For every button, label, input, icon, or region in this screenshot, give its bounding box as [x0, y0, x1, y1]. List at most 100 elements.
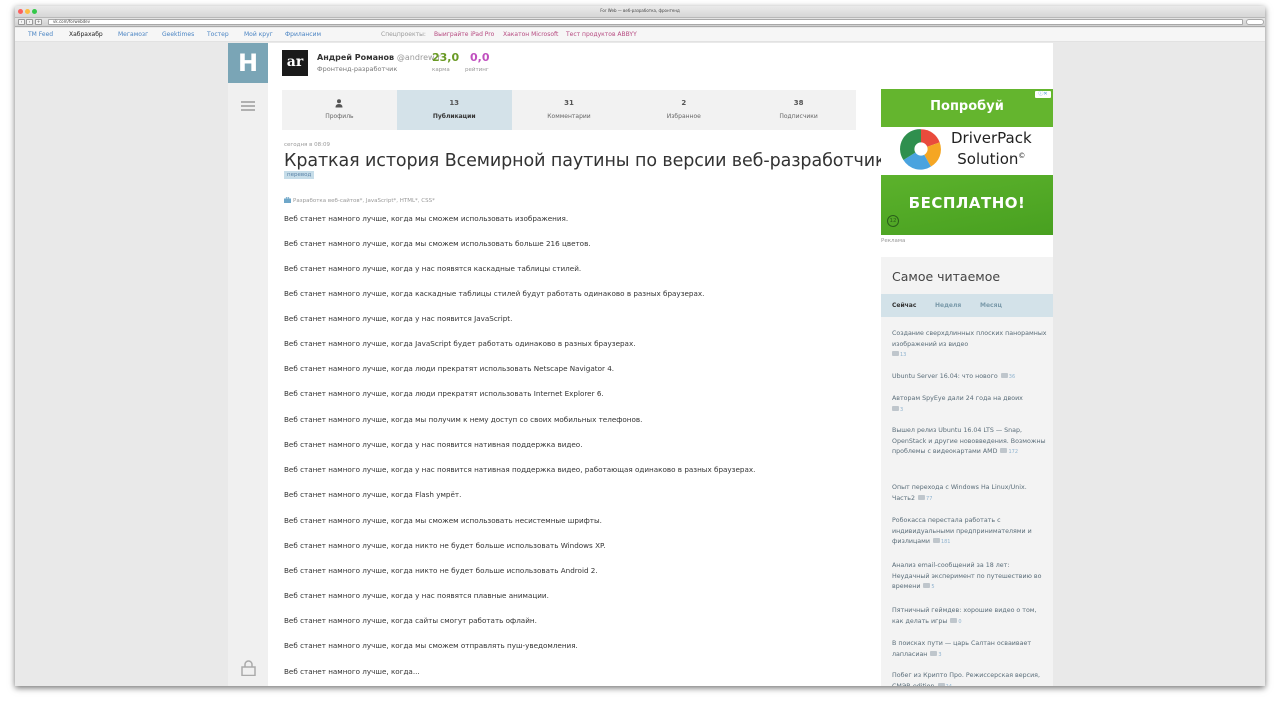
post-paragraph: Веб станет намного лучше, когда у нас по…	[284, 264, 582, 273]
comment-count: 3	[900, 406, 904, 413]
comment-count: 5	[931, 584, 935, 591]
tab-publications[interactable]: 13 Публикации	[396, 90, 512, 130]
tab-label: Избранное	[666, 113, 701, 120]
ad-banner[interactable]: Попробуй ⓘ✕ DriverPack Solution© БЕСПЛАТН…	[881, 89, 1053, 235]
user-name[interactable]: Андрей Романов	[317, 53, 394, 62]
driverpack-logo-icon	[900, 129, 941, 170]
most-read-item-title: Вышел релиз Ubuntu 16.04 LTS — Snap, Ope…	[892, 427, 1046, 456]
post-paragraph: Веб станет намного лучше, когда Flash ум…	[284, 490, 462, 499]
hub-links[interactable]: Разработка веб-сайтов*, JavaScript*, HTM…	[293, 198, 435, 204]
menu-icon[interactable]	[241, 101, 255, 111]
tab-favorites[interactable]: 2 Избранное	[626, 90, 741, 130]
nav-link-freelansim[interactable]: Фрилансим	[285, 28, 321, 42]
most-read-item-title: Авторам SpyEye дали 24 года на двоих	[892, 395, 1023, 402]
most-read-item[interactable]: Пятничный геймдев: хорошие видео о том, …	[892, 606, 1048, 627]
browser-toolbar: ‹ › + vk.com/forwebdev	[15, 18, 1265, 27]
karma-label: карма	[432, 67, 450, 73]
post-paragraph: Веб станет намного лучше, когда JavaScri…	[284, 339, 636, 348]
post-paragraph: Веб станет намного лучше, когда люди пре…	[284, 364, 615, 373]
age-rating-badge: 12	[887, 215, 899, 227]
nav-link-megamozg[interactable]: Мегамозг	[118, 28, 148, 42]
comment-count: 172	[1008, 449, 1018, 456]
most-read-item[interactable]: Авторам SpyEye дали 24 года на двоих 3	[892, 394, 1048, 415]
comment-count: 0	[958, 618, 962, 625]
post-paragraph: Веб станет намного лучше, когда у нас по…	[284, 440, 583, 449]
tab-count: 38	[793, 99, 804, 107]
share-button[interactable]: +	[35, 19, 42, 25]
site-top-nav: TM Feed Хабрахабр Мегамозг Geektimes Тос…	[15, 28, 1265, 42]
ad-label: Реклама	[881, 238, 906, 244]
main-content: ar Андрей Романов @andrew-r Фронтенд-раз…	[268, 43, 1053, 686]
left-sidebar: H	[228, 43, 268, 686]
post-paragraph: Веб станет намного лучше, когда мы сможе…	[284, 239, 591, 248]
most-read-tab-month[interactable]: Месяц	[980, 294, 1002, 317]
tab-count: 2	[681, 99, 687, 107]
tab-label: Публикации	[432, 113, 476, 120]
rating-value: 0,0	[470, 51, 490, 64]
most-read-widget: Самое читаемое Сейчас Неделя Месяц Созда…	[881, 257, 1053, 686]
forward-button[interactable]: ›	[26, 19, 33, 25]
nav-link-habrahabr[interactable]: Хабрахабр	[69, 28, 103, 42]
user-role: Фронтенд-разработчик	[317, 65, 398, 73]
special-link-ipad[interactable]: Выиграйте iPad Pro	[434, 28, 494, 42]
briefcase-icon	[284, 197, 291, 203]
nav-link-geektimes[interactable]: Geektimes	[162, 28, 194, 42]
nav-link-tm-feed[interactable]: TM Feed	[28, 28, 53, 42]
post-paragraph: Веб станет намного лучше, когда мы сможе…	[284, 516, 602, 525]
special-link-abbyy[interactable]: Тест продуктов ABBYY	[566, 28, 637, 42]
most-read-item-title: Пятничный геймдев: хорошие видео о том, …	[892, 607, 1037, 625]
most-read-item[interactable]: Опыт перехода с Windows На Linux/Unix. Ч…	[892, 483, 1048, 504]
most-read-tabs: Сейчас Неделя Месяц	[881, 294, 1053, 317]
comment-count: 77	[926, 495, 933, 502]
ad-close-icon[interactable]: ⓘ✕	[1035, 91, 1051, 98]
habr-logo[interactable]: H	[228, 43, 268, 83]
most-read-tab-now[interactable]: Сейчас	[892, 294, 916, 317]
tab-label: Подписчики	[779, 113, 818, 120]
ad-brand-line1: DriverPack	[951, 129, 1032, 147]
tab-comments[interactable]: 31 Комментарии	[512, 90, 627, 130]
nav-link-toster[interactable]: Тостер	[207, 28, 229, 42]
most-read-item-title: Анализ email-сообщений за 18 лет: Неудач…	[892, 562, 1042, 591]
tab-subscribers[interactable]: 38 Подписчики	[741, 90, 856, 130]
most-read-item[interactable]: Побег из Крипто Про. Режиссерская версия…	[892, 671, 1048, 686]
post-paragraph: Веб станет намного лучше, когда мы получ…	[284, 415, 643, 424]
ad-brand-name: DriverPack Solution©	[951, 129, 1032, 168]
comment-icon	[892, 351, 899, 357]
back-button[interactable]: ‹	[18, 19, 25, 25]
most-read-item-title: Опыт перехода с Windows На Linux/Unix. Ч…	[892, 484, 1027, 502]
lock-icon[interactable]	[241, 660, 256, 676]
most-read-tab-week[interactable]: Неделя	[935, 294, 961, 317]
address-bar[interactable]: vk.com/forwebdev	[48, 19, 1243, 25]
ad-brand-area: DriverPack Solution©	[881, 127, 1053, 175]
karma-value: 23,0	[432, 51, 460, 64]
special-link-hackathon[interactable]: Хакатон Microsoft	[503, 28, 558, 42]
browser-search-field[interactable]	[1246, 19, 1264, 25]
translation-badge: перевод	[284, 171, 315, 179]
rating-label: рейтинг	[465, 67, 489, 73]
comment-count: 36	[1008, 374, 1016, 380]
most-read-item[interactable]: Создание сверхдлинных плоских панорамных…	[892, 329, 1048, 361]
tab-profile[interactable]: Профиль	[282, 90, 397, 130]
ad-brand-line2: Solution	[957, 150, 1019, 168]
most-read-item[interactable]: В поисках пути — царь Салтан осваивает л…	[892, 639, 1048, 660]
post-date: сегодня в 08:09	[284, 142, 330, 148]
post-paragraph: Веб станет намного лучше, когда люди пре…	[284, 389, 604, 398]
comment-icon	[892, 405, 899, 411]
comment-icon	[930, 650, 938, 656]
most-read-item[interactable]: Робокасса перестала работать с индивидуа…	[892, 516, 1048, 548]
post-title[interactable]: Краткая история Всемирной паутины по вер…	[284, 151, 906, 171]
avatar[interactable]: ar	[282, 50, 308, 76]
post-paragraph: Веб станет намного лучше, когда у нас по…	[284, 314, 513, 323]
title-bar: For Web — веб-разработка, фронтенд	[15, 6, 1265, 18]
most-read-item[interactable]: Вышел релиз Ubuntu 16.04 LTS — Snap, Ope…	[892, 426, 1048, 458]
comment-count: 181	[940, 539, 951, 546]
ad-cta: БЕСПЛАТНО!	[881, 175, 1053, 235]
post-paragraph: Веб станет намного лучше, когда никто не…	[284, 541, 606, 550]
most-read-item[interactable]: Анализ email-сообщений за 18 лет: Неудач…	[892, 561, 1048, 593]
nav-link-moi-krug[interactable]: Мой круг	[244, 28, 273, 42]
comment-icon	[1000, 448, 1008, 454]
tab-count: 31	[564, 99, 574, 107]
most-read-item[interactable]: Ubuntu Server 16.04: что нового 36	[892, 372, 1048, 383]
post-hubs: Разработка веб-сайтов*, JavaScript*, HTM…	[284, 197, 435, 204]
post-paragraph: Веб станет намного лучше, когда никто не…	[284, 566, 598, 575]
